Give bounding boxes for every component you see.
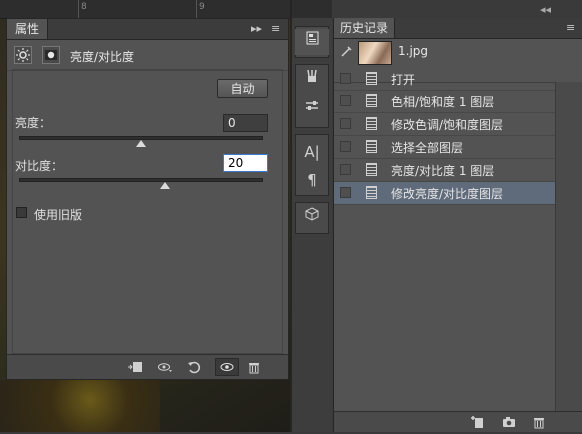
- dock-group-type: A| ¶: [295, 134, 329, 196]
- ruler-mark: 8: [81, 2, 87, 12]
- history-brush-source-checkbox[interactable]: [340, 73, 351, 84]
- 3d-panel-icon[interactable]: [295, 205, 329, 231]
- dock-group-3d: [295, 202, 329, 234]
- use-legacy-checkbox[interactable]: [16, 207, 27, 218]
- dock-header: [292, 0, 332, 18]
- tab-history[interactable]: 历史记录: [334, 18, 396, 38]
- view-previous-state-icon[interactable]: [157, 359, 173, 375]
- dock-group-brushes: [295, 64, 329, 128]
- brightness-slider-thumb[interactable]: [136, 140, 146, 147]
- character-panel-icon[interactable]: A|: [295, 139, 329, 165]
- horizontal-ruler: 8 9: [0, 0, 290, 19]
- properties-tabbar: 属性 ▸▸ ≡: [7, 19, 288, 40]
- paragraph-panel-icon[interactable]: ¶: [295, 167, 329, 193]
- history-step[interactable]: 色相/饱和度 1 图层: [334, 90, 555, 113]
- history-brush-source-checkbox[interactable]: [340, 95, 351, 106]
- history-panel-icon[interactable]: [295, 29, 329, 55]
- brushes-panel-icon[interactable]: [295, 67, 329, 93]
- history-menu-icon[interactable]: ≡: [566, 21, 575, 34]
- adjustment-title: 亮度/对比度: [70, 50, 135, 64]
- snapshot-thumbnail: [358, 41, 392, 65]
- ruler-line: [78, 0, 79, 18]
- brightness-label: 亮度：: [15, 116, 52, 130]
- contrast-slider-track[interactable]: [19, 178, 263, 182]
- history-step-icon: [366, 117, 377, 130]
- properties-bottom-toolbar: [7, 354, 288, 379]
- history-tabbar: 历史记录 ◂◂ ≡: [334, 3, 582, 39]
- new-document-from-state-icon[interactable]: [470, 414, 486, 430]
- history-step-label: 选择全部图层: [391, 141, 464, 155]
- history-step-label: 修改色调/饱和度图层: [391, 118, 504, 132]
- delete-adjustment-icon[interactable]: [246, 359, 262, 375]
- panel-dock: A| ¶: [292, 18, 332, 432]
- history-brush-source-checkbox[interactable]: [340, 164, 351, 175]
- panel-menu-icon[interactable]: ≡: [271, 22, 280, 35]
- history-step-icon: [366, 72, 377, 85]
- auto-button[interactable]: 自动: [217, 79, 268, 98]
- history-step-label: 打开: [391, 73, 416, 87]
- history-step-selected[interactable]: 修改亮度/对比度图层: [334, 182, 555, 205]
- brightness-contrast-icon[interactable]: [14, 46, 32, 64]
- reset-adjustment-icon[interactable]: [186, 359, 202, 375]
- ruler-line: [196, 0, 197, 18]
- history-step-icon: [366, 186, 377, 199]
- history-brush-source-checkbox[interactable]: [340, 187, 351, 198]
- history-step[interactable]: 选择全部图层: [334, 136, 555, 159]
- properties-panel: 属性 ▸▸ ≡ 亮度/对比度 自动 亮度： 0 对比度： 20 使用旧版: [6, 18, 289, 380]
- snapshot-name: 1.jpg: [398, 44, 429, 58]
- history-step-label: 色相/饱和度 1 图层: [391, 95, 495, 109]
- contrast-slider-thumb[interactable]: [160, 182, 171, 189]
- history-step[interactable]: 打开: [334, 68, 555, 91]
- delete-state-icon[interactable]: [531, 414, 547, 430]
- history-step-icon: [366, 163, 377, 176]
- clip-to-layer-icon[interactable]: [127, 359, 143, 375]
- history-scrollbar[interactable]: [555, 82, 582, 412]
- tab-properties[interactable]: 属性: [7, 19, 49, 39]
- canvas-image-fragment: [0, 380, 160, 432]
- toggle-visibility-icon[interactable]: [215, 358, 239, 376]
- brush-presets-icon[interactable]: [295, 97, 329, 123]
- history-step[interactable]: 修改色调/饱和度图层: [334, 113, 555, 136]
- contrast-input[interactable]: 20: [223, 154, 268, 172]
- history-step[interactable]: 亮度/对比度 1 图层: [334, 159, 555, 182]
- collapse-panel-icon[interactable]: ▸▸: [251, 22, 262, 35]
- brightness-input[interactable]: 0: [223, 114, 268, 132]
- collapse-dock-icon[interactable]: ◂◂: [540, 3, 551, 16]
- dock-group-history: [295, 26, 329, 58]
- adjustment-header: 亮度/对比度: [7, 40, 288, 71]
- history-step-icon: [366, 94, 377, 107]
- use-legacy-label: 使用旧版: [34, 208, 83, 222]
- new-snapshot-icon[interactable]: [501, 414, 517, 430]
- history-step-label: 修改亮度/对比度图层: [391, 187, 504, 201]
- history-step-icon: [366, 140, 377, 153]
- layer-mask-icon[interactable]: [42, 46, 60, 64]
- ruler-mark: 9: [199, 2, 205, 12]
- history-brush-source-checkbox[interactable]: [340, 141, 351, 152]
- contrast-label: 对比度：: [15, 159, 64, 173]
- history-panel: 历史记录 ◂◂ ≡ 1.jpg 打开 色相/饱和度 1 图层 修改色调/饱和度图…: [333, 3, 582, 432]
- history-brush-source-icon[interactable]: [340, 44, 354, 61]
- history-step-label: 亮度/对比度 1 图层: [391, 164, 495, 178]
- history-bottom-toolbar: [334, 411, 582, 432]
- history-brush-source-checkbox[interactable]: [340, 118, 351, 129]
